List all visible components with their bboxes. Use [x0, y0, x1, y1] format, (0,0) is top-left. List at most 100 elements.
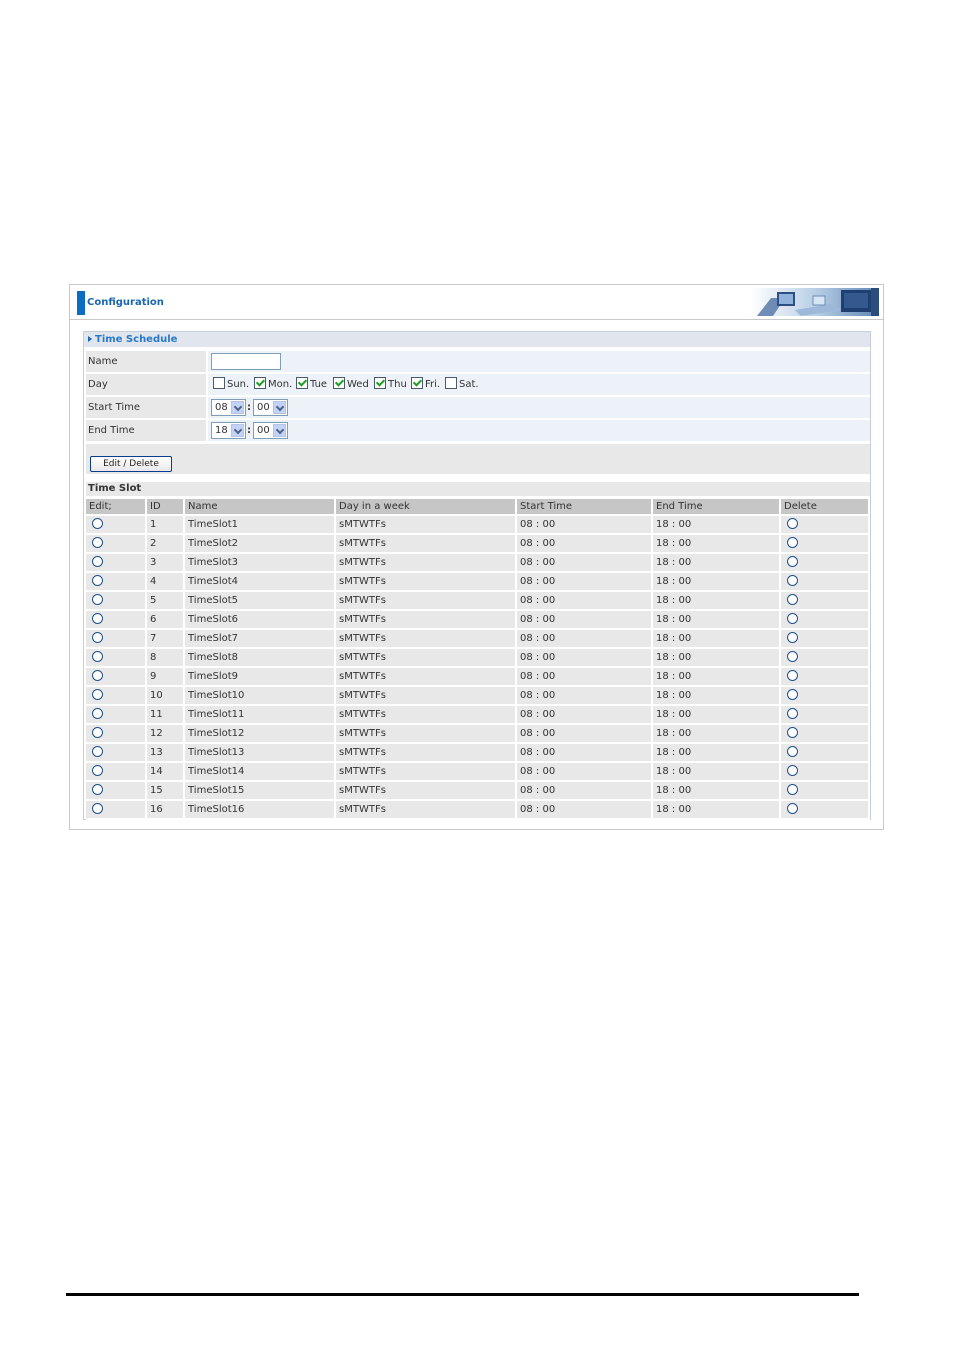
id-cell: 9	[147, 668, 185, 687]
edit-radio[interactable]	[92, 765, 103, 776]
delete-cell	[781, 573, 870, 592]
table-row: 5 TimeSlot5 sMTWTFs 08 : 00 18 : 00	[86, 592, 870, 611]
delete-radio[interactable]	[787, 803, 798, 814]
delete-cell	[781, 611, 870, 630]
delete-radio[interactable]	[787, 537, 798, 548]
day-checkbox-item: Mon.	[254, 377, 292, 392]
edit-cell	[86, 649, 147, 668]
delete-radio[interactable]	[787, 632, 798, 643]
edit-radio[interactable]	[92, 708, 103, 719]
edit-radio[interactable]	[92, 575, 103, 586]
delete-radio[interactable]	[787, 689, 798, 700]
edit-cell	[86, 668, 147, 687]
delete-radio[interactable]	[787, 518, 798, 529]
edit-radio[interactable]	[92, 803, 103, 814]
start-time-cell: 08 : 00	[517, 744, 653, 763]
table-row: 16 TimeSlot16 sMTWTFs 08 : 00 18 : 00	[86, 801, 870, 820]
edit-cell	[86, 573, 147, 592]
edit-radio[interactable]	[92, 632, 103, 643]
end-minute-select[interactable]: 00	[253, 422, 288, 439]
end-hour-select[interactable]: 18	[211, 422, 246, 439]
delete-cell	[781, 592, 870, 611]
table-row: 7 TimeSlot7 sMTWTFs 08 : 00 18 : 00	[86, 630, 870, 649]
end-time-cell: 18 : 00	[653, 573, 781, 592]
end-time-cell: 18 : 00	[653, 725, 781, 744]
day-checkbox[interactable]	[213, 377, 225, 389]
delete-radio[interactable]	[787, 784, 798, 795]
time-colon: :	[247, 402, 251, 413]
day-checkbox[interactable]	[411, 377, 423, 389]
day-checkbox[interactable]	[296, 377, 308, 389]
delete-cell	[781, 516, 870, 535]
day-checkbox[interactable]	[374, 377, 386, 389]
delete-cell	[781, 535, 870, 554]
col-header-id: ID	[147, 499, 185, 516]
col-header-delete: Delete	[781, 499, 870, 516]
delete-radio[interactable]	[787, 594, 798, 605]
end-time-cell: 18 : 00	[653, 668, 781, 687]
table-row: 13 TimeSlot13 sMTWTFs 08 : 00 18 : 00	[86, 744, 870, 763]
name-cell: TimeSlot2	[185, 535, 336, 554]
day-checkbox[interactable]	[254, 377, 266, 389]
edit-cell	[86, 516, 147, 535]
day-checkbox-item: Sat.	[445, 377, 479, 392]
edit-radio[interactable]	[92, 594, 103, 605]
delete-cell	[781, 668, 870, 687]
time-schedule-box: Time Schedule Name Day Sun. Mon. Tue Wed Thu…	[83, 331, 871, 820]
time-colon: :	[247, 425, 251, 436]
delete-radio[interactable]	[787, 556, 798, 567]
edit-radio[interactable]	[92, 727, 103, 738]
delete-radio[interactable]	[787, 651, 798, 662]
day-checkbox-item: Fri.	[411, 377, 440, 392]
id-cell: 3	[147, 554, 185, 573]
start-time-cell: 08 : 00	[517, 763, 653, 782]
day-checkbox[interactable]	[445, 377, 457, 389]
start-time-cell: 08 : 00	[517, 687, 653, 706]
edit-radio[interactable]	[92, 537, 103, 548]
day-checkbox-item: Sun.	[213, 377, 249, 392]
day-label: Day	[86, 374, 206, 395]
delete-radio[interactable]	[787, 670, 798, 681]
edit-radio[interactable]	[92, 518, 103, 529]
edit-radio[interactable]	[92, 784, 103, 795]
delete-cell	[781, 649, 870, 668]
table-row: 11 TimeSlot11 sMTWTFs 08 : 00 18 : 00	[86, 706, 870, 725]
edit-radio[interactable]	[92, 651, 103, 662]
name-row: Name	[86, 351, 870, 372]
edit-radio[interactable]	[92, 670, 103, 681]
edit-radio[interactable]	[92, 689, 103, 700]
start-minute-select[interactable]: 00	[253, 399, 288, 416]
delete-radio[interactable]	[787, 708, 798, 719]
days-cell: sMTWTFs	[336, 573, 517, 592]
days-cell: sMTWTFs	[336, 649, 517, 668]
day-checkbox[interactable]	[333, 377, 345, 389]
delete-radio[interactable]	[787, 727, 798, 738]
table-row: 15 TimeSlot15 sMTWTFs 08 : 00 18 : 00	[86, 782, 870, 801]
edit-radio[interactable]	[92, 556, 103, 567]
delete-radio[interactable]	[787, 746, 798, 757]
start-time-label: Start Time	[86, 397, 206, 418]
day-row: Day Sun. Mon. Tue Wed Thu Fri. Sat.	[86, 374, 870, 395]
days-cell: sMTWTFs	[336, 668, 517, 687]
days-cell: sMTWTFs	[336, 763, 517, 782]
name-cell: TimeSlot3	[185, 554, 336, 573]
start-time-cell: 08 : 00	[517, 630, 653, 649]
delete-radio[interactable]	[787, 765, 798, 776]
edit-radio[interactable]	[92, 613, 103, 624]
delete-radio[interactable]	[787, 575, 798, 586]
name-cell: TimeSlot12	[185, 725, 336, 744]
end-time-cell: 18 : 00	[653, 611, 781, 630]
start-time-cell: 08 : 00	[517, 535, 653, 554]
time-schedule-title: Time Schedule	[84, 332, 870, 347]
edit-cell	[86, 611, 147, 630]
day-checkbox-label: Fri.	[425, 379, 441, 390]
edit-delete-button[interactable]: Edit / Delete	[90, 456, 172, 472]
delete-radio[interactable]	[787, 613, 798, 624]
start-hour-select[interactable]: 08	[211, 399, 246, 416]
edit-radio[interactable]	[92, 746, 103, 757]
name-cell: TimeSlot8	[185, 649, 336, 668]
name-input[interactable]	[211, 353, 281, 370]
col-header-end-time: End Time	[653, 499, 781, 516]
edit-cell	[86, 630, 147, 649]
id-cell: 4	[147, 573, 185, 592]
